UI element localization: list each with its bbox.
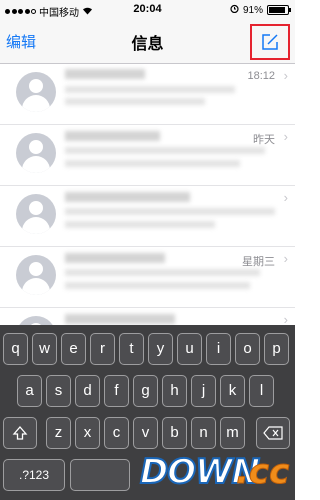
key-x[interactable]: x — [75, 417, 100, 449]
sender-redacted — [65, 131, 160, 141]
avatar — [16, 133, 56, 173]
key-t[interactable]: t — [119, 333, 144, 365]
preview-redacted — [65, 269, 260, 276]
avatar — [16, 72, 56, 112]
battery-icon — [267, 5, 291, 15]
numbers-key[interactable]: .?123 — [3, 459, 65, 491]
status-bar: 中国移动 20:04 91% — [0, 0, 295, 20]
preview-redacted — [65, 147, 265, 154]
preview-redacted — [65, 98, 205, 105]
battery-fill — [269, 7, 286, 13]
key-l[interactable]: l — [249, 375, 274, 407]
key-z[interactable]: z — [46, 417, 71, 449]
key-s[interactable]: s — [46, 375, 71, 407]
avatar — [16, 255, 56, 295]
key-o[interactable]: o — [235, 333, 260, 365]
preview-redacted — [65, 282, 250, 289]
message-row[interactable]: 星期三 › — [0, 247, 295, 308]
key-u[interactable]: u — [177, 333, 202, 365]
key-v[interactable]: v — [133, 417, 158, 449]
preview-redacted — [65, 160, 240, 167]
key-p[interactable]: p — [264, 333, 289, 365]
key-e[interactable]: e — [61, 333, 86, 365]
nav-bar: 编辑 信息 — [0, 20, 295, 64]
key-b[interactable]: b — [162, 417, 187, 449]
globe-key[interactable] — [70, 459, 130, 491]
sender-redacted — [65, 192, 190, 202]
shift-icon — [12, 426, 28, 440]
compose-icon — [262, 34, 278, 50]
key-c[interactable]: c — [104, 417, 129, 449]
sender-redacted — [65, 314, 175, 324]
key-r[interactable]: r — [90, 333, 115, 365]
preview-redacted — [65, 221, 215, 228]
key-a[interactable]: a — [17, 375, 42, 407]
message-row[interactable]: 18:12 › — [0, 64, 295, 125]
message-time: 星期三 — [242, 256, 275, 268]
key-i[interactable]: i — [206, 333, 231, 365]
preview-redacted — [65, 86, 235, 93]
status-right: 91% — [230, 4, 291, 16]
chevron-right-icon: › — [283, 190, 288, 205]
watermark-text-cc: .cc — [235, 452, 290, 493]
chevron-right-icon: › — [283, 251, 288, 266]
preview-redacted — [65, 208, 275, 215]
message-time: 昨天 — [253, 134, 275, 146]
chevron-right-icon: › — [283, 68, 288, 83]
sender-redacted — [65, 253, 165, 263]
key-k[interactable]: k — [220, 375, 245, 407]
key-y[interactable]: y — [148, 333, 173, 365]
alarm-icon — [230, 4, 239, 16]
message-row[interactable]: 昨天 › — [0, 125, 295, 186]
watermark-logo: DOWN .cc — [139, 451, 295, 500]
chevron-right-icon: › — [283, 129, 288, 144]
key-j[interactable]: j — [191, 375, 216, 407]
battery-percent: 91% — [242, 4, 263, 16]
message-row[interactable]: › — [0, 186, 295, 247]
key-h[interactable]: h — [162, 375, 187, 407]
key-d[interactable]: d — [75, 375, 100, 407]
key-n[interactable]: n — [191, 417, 216, 449]
key-f[interactable]: f — [104, 375, 129, 407]
delete-icon — [263, 426, 283, 440]
key-w[interactable]: w — [32, 333, 57, 365]
shift-key[interactable] — [3, 417, 37, 449]
key-q[interactable]: q — [3, 333, 28, 365]
message-list: 18:12 › 昨天 › › 星期三 › › — [0, 64, 295, 369]
key-g[interactable]: g — [133, 375, 158, 407]
avatar — [16, 194, 56, 234]
message-time: 18:12 — [247, 70, 275, 82]
key-m[interactable]: m — [220, 417, 245, 449]
delete-key[interactable] — [256, 417, 290, 449]
sender-redacted — [65, 69, 145, 79]
compose-button[interactable] — [250, 24, 290, 60]
